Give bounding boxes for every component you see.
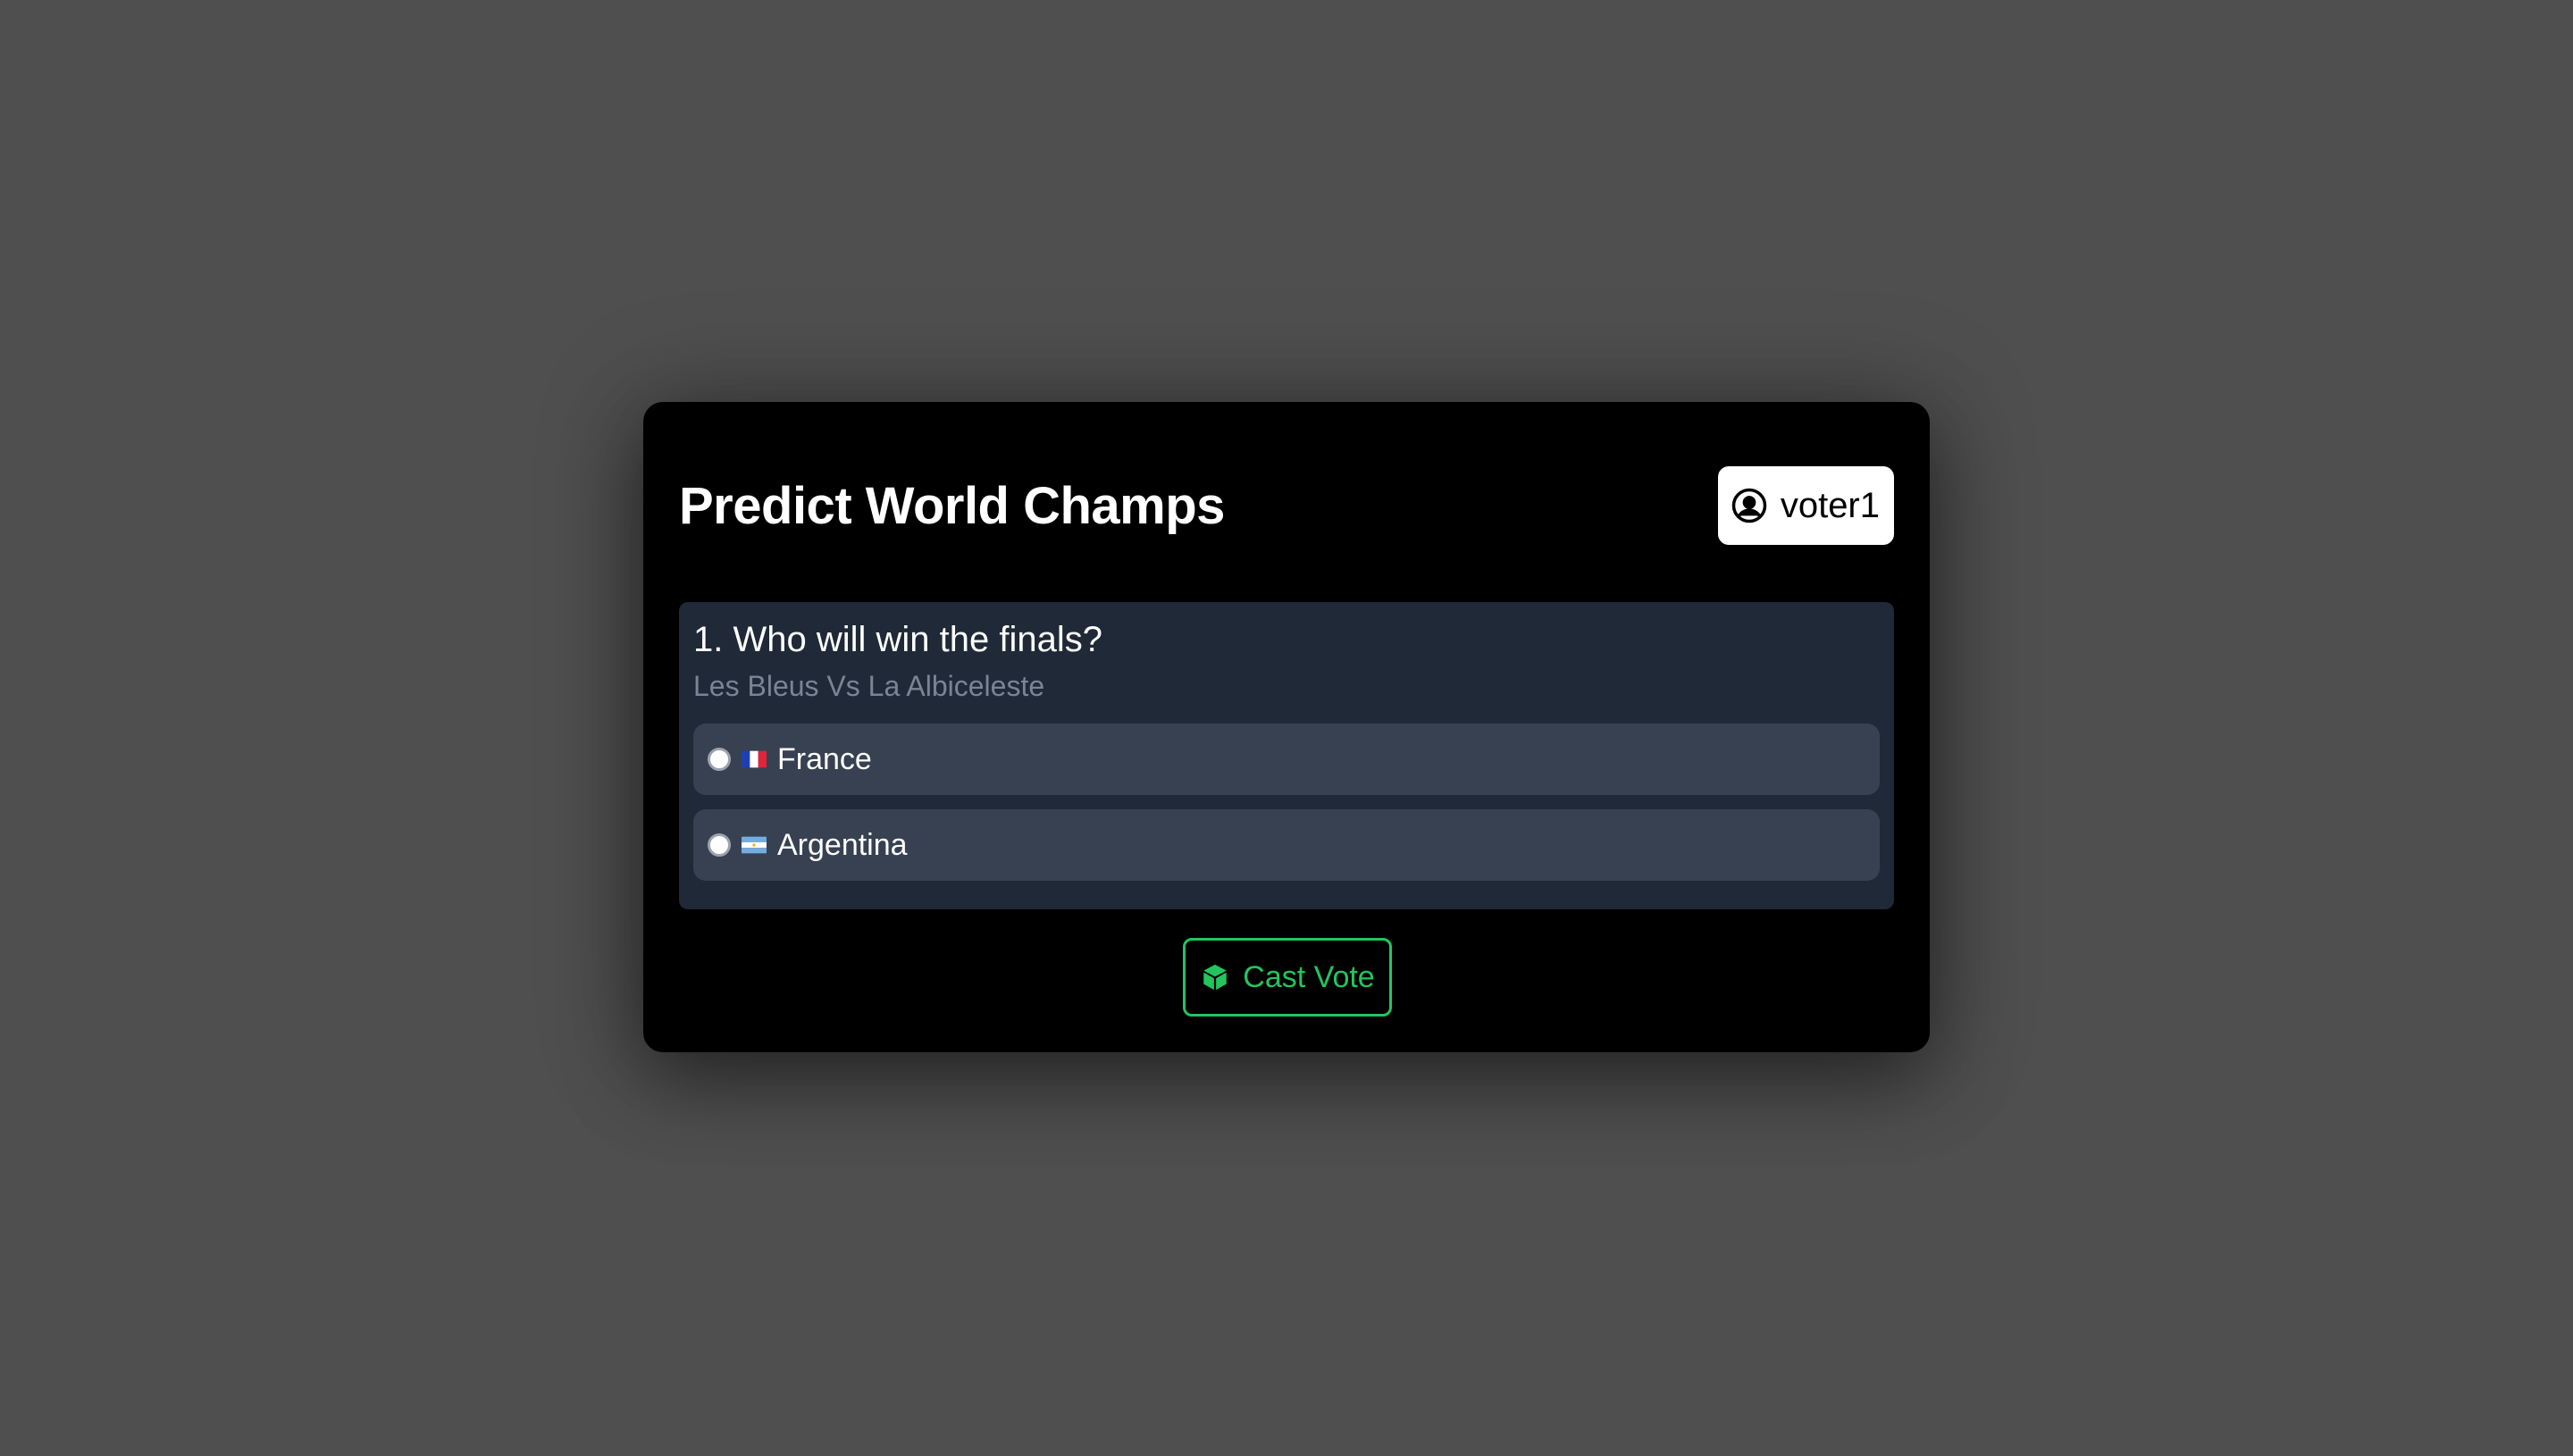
option-france[interactable]: France [693, 724, 1880, 795]
username-label: voter1 [1780, 485, 1880, 525]
cube-icon [1200, 962, 1230, 992]
option-argentina[interactable]: Argentina [693, 809, 1880, 881]
user-account-button[interactable]: voter1 [1717, 466, 1894, 545]
flag-france-icon [742, 750, 767, 768]
page-title: Predict World Champs [679, 476, 1225, 535]
option-list: France Argentina [693, 724, 1880, 881]
option-radio[interactable] [708, 748, 731, 771]
vote-card: Predict World Champs voter1 1. Who will … [643, 402, 1930, 1052]
option-label: Argentina [777, 827, 908, 862]
option-label: France [777, 741, 872, 776]
user-circle-icon [1731, 487, 1768, 524]
flag-argentina-icon [742, 836, 767, 854]
cast-vote-button[interactable]: Cast Vote [1183, 938, 1392, 1017]
card-header: Predict World Champs voter1 [679, 466, 1894, 545]
question-title: 1. Who will win the finals? [693, 620, 1102, 659]
option-radio[interactable] [708, 833, 731, 857]
question-card: 1. Who will win the finals? Les Bleus Vs… [679, 602, 1894, 909]
cast-vote-label: Cast Vote [1243, 959, 1375, 994]
question-subtitle: Les Bleus Vs La Albiceleste [693, 670, 1045, 702]
